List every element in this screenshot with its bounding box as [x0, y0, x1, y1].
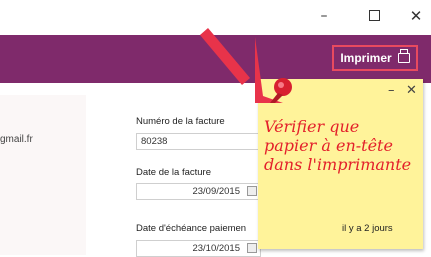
- pushpin-icon: [270, 78, 292, 103]
- red-arrow-icon: [200, 28, 292, 103]
